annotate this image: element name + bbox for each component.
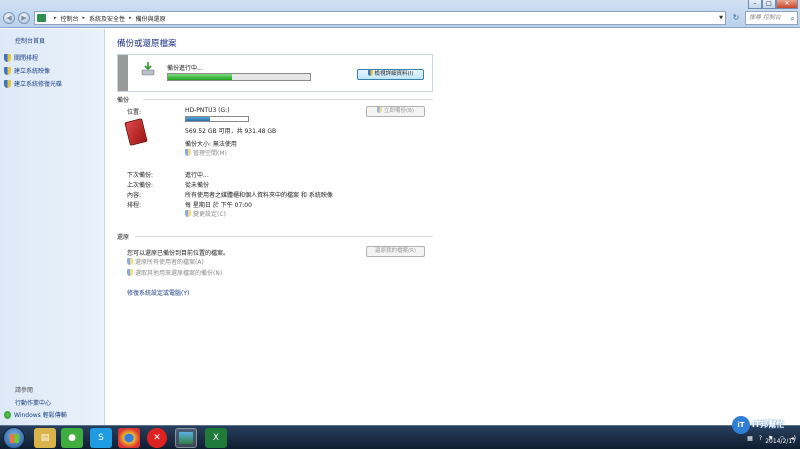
control-panel-icon xyxy=(37,14,46,22)
restore-my-files-button[interactable]: 還原我的檔案(R) xyxy=(366,246,425,257)
back-button[interactable]: ◀ xyxy=(3,12,15,24)
drive-space-text: 569.52 GB 可用，共 931.48 GB xyxy=(185,128,277,135)
sidebar-link-action-center[interactable]: 行動作業中心 xyxy=(15,398,51,407)
sidebar-task-repair-disc[interactable]: 建立系統修復光碟 xyxy=(4,79,62,88)
manage-space-link[interactable]: 管理空間(M) xyxy=(185,148,227,157)
backup-progress-icon xyxy=(141,62,155,76)
chevron-right-icon: ▸ xyxy=(82,15,86,21)
taskbar: ▤ ● S ✕ X ▦ ? ⚑ ◠ ◂) 2014/2/17 xyxy=(0,425,800,449)
excel-icon[interactable]: X xyxy=(205,428,227,448)
line-icon[interactable]: ● xyxy=(61,428,83,448)
contents-label: 內容: xyxy=(127,192,142,199)
drive-usage-bar xyxy=(185,116,249,122)
easy-transfer-icon xyxy=(4,410,11,419)
shield-icon xyxy=(376,107,382,113)
control-panel-taskbar-icon[interactable] xyxy=(175,428,197,448)
close-app-icon[interactable]: ✕ xyxy=(147,428,167,448)
explorer-icon[interactable]: ▤ xyxy=(34,428,56,448)
close-button[interactable]: ✕ xyxy=(776,0,798,9)
drive-name: HD-PNTU3 (G:) xyxy=(185,107,230,114)
location-label: 位置: xyxy=(127,109,142,116)
backup-status-panel: 備份進行中... 檢視詳細資料(I) xyxy=(117,54,433,92)
shield-icon xyxy=(4,79,11,88)
shield-icon xyxy=(127,269,133,276)
change-settings-link[interactable]: 變更設定(C) xyxy=(185,209,226,218)
watermark-badge: iT xyxy=(732,416,750,434)
search-input[interactable]: 搜尋 控制台 ⌕ xyxy=(745,11,798,25)
restore-all-users-label: 還原所有使用者的檔案(A) xyxy=(135,259,204,266)
shield-icon xyxy=(185,210,191,217)
see-also-heading: 請參閱 xyxy=(15,387,34,394)
last-backup-label: 上次備份: xyxy=(127,182,154,189)
shield-icon xyxy=(4,53,11,62)
contents-value: 所有使用者之媒體櫃和個人資料夾中的檔案 和 系統映像 xyxy=(185,192,333,199)
backup-section-heading: 備份 xyxy=(117,97,130,104)
restore-my-files-label: 還原我的檔案(R) xyxy=(374,248,417,254)
breadcrumb-control-panel[interactable]: 控制台 xyxy=(61,14,79,23)
select-other-backup-label: 選取其他用來還原檔案的備份(N) xyxy=(135,270,223,277)
backup-status-text: 備份進行中... xyxy=(167,65,203,72)
schedule-value: 每 星期日 於 下午 07:00 xyxy=(185,202,252,209)
restore-all-users-link[interactable]: 還原所有使用者的檔案(A) xyxy=(127,257,204,266)
watermark-logo: iT iT邦幫忙 xyxy=(732,414,800,436)
window-controls: – □ ✕ xyxy=(748,0,798,10)
shield-icon xyxy=(185,149,191,156)
section-divider xyxy=(143,99,433,100)
window-titlebar: – □ ✕ ◀ ▶ ▸ 控制台 ▸ 系統及安全性 ▸ 備份與還原 ▼ ↻ 搜尋 … xyxy=(0,0,800,28)
main-content: 備份或還原檔案 備份進行中... 檢視詳細資料(I) 備份 位置: HD-PNT… xyxy=(105,29,800,425)
sidebar-home-link[interactable]: 控制台首頁 xyxy=(15,36,45,45)
sidebar: 控制台首頁 關閉排程 建立系統映像 建立系統修復光碟 請參閱 行動作業中心 Wi… xyxy=(0,29,105,425)
next-backup-label: 下次備份: xyxy=(127,172,154,179)
view-details-label: 檢視詳細資料(I) xyxy=(374,71,414,77)
backup-progress-fill xyxy=(168,74,232,80)
next-backup-value: 進行中... xyxy=(185,172,209,179)
manage-space-label: 管理空間(M) xyxy=(193,150,227,157)
search-placeholder: 搜尋 控制台 xyxy=(749,14,781,21)
section-divider xyxy=(135,236,433,237)
chevron-right-icon: ▸ xyxy=(129,15,132,21)
schedule-label: 排程: xyxy=(127,202,142,209)
shield-icon xyxy=(127,258,133,265)
sidebar-task-system-image[interactable]: 建立系統映像 xyxy=(4,66,50,75)
restore-section-heading: 還原 xyxy=(117,234,130,241)
sidebar-task-disable-schedule[interactable]: 關閉排程 xyxy=(4,53,38,62)
chevron-right-icon: ▸ xyxy=(54,15,57,21)
backup-now-label: 立即備份(B) xyxy=(383,108,415,114)
start-button[interactable] xyxy=(3,427,25,449)
refresh-icon[interactable]: ↻ xyxy=(730,12,742,24)
search-icon[interactable]: ⌕ xyxy=(791,13,795,25)
forward-button[interactable]: ▶ xyxy=(18,12,30,24)
control-panel-icon xyxy=(179,432,193,444)
maximize-button[interactable]: □ xyxy=(762,0,776,9)
sidebar-task-label: 建立系統修復光碟 xyxy=(14,81,63,88)
breadcrumb-backup-restore[interactable]: 備份與還原 xyxy=(136,14,166,23)
restore-description: 您可以還原已備份到目前位置的檔案。 xyxy=(127,250,230,257)
shield-icon xyxy=(4,66,11,75)
clock-date[interactable]: 2014/2/17 xyxy=(765,438,796,445)
sidebar-link-label: Windows 輕鬆傳輸 xyxy=(14,412,67,419)
view-details-button[interactable]: 檢視詳細資料(I) xyxy=(357,69,424,80)
backup-now-button[interactable]: 立即備份(B) xyxy=(366,106,425,117)
recover-system-link[interactable]: 修復系統設定或電腦(Y) xyxy=(127,288,189,297)
sidebar-task-label: 建立系統映像 xyxy=(14,68,51,75)
chevron-down-icon[interactable]: ▼ xyxy=(719,15,723,21)
breadcrumb-system-security[interactable]: 系統及安全性 xyxy=(89,14,125,23)
select-other-backup-link[interactable]: 選取其他用來還原檔案的備份(N) xyxy=(127,268,222,277)
change-settings-label: 變更設定(C) xyxy=(193,211,226,218)
skype-icon[interactable]: S xyxy=(90,428,112,448)
shield-icon xyxy=(367,70,373,76)
external-drive-icon xyxy=(124,118,148,146)
sidebar-link-easy-transfer[interactable]: Windows 輕鬆傳輸 xyxy=(4,410,67,419)
chrome-icon[interactable] xyxy=(118,428,140,448)
backup-progress-bar xyxy=(167,73,311,81)
watermark-text: iT邦幫忙 xyxy=(752,420,785,429)
sidebar-task-label: 關閉排程 xyxy=(14,55,39,62)
minimize-button[interactable]: – xyxy=(748,0,762,9)
status-strip xyxy=(118,55,128,91)
backup-size-text: 備份大小: 無法使用 xyxy=(185,141,237,148)
address-bar[interactable]: ▸ 控制台 ▸ 系統及安全性 ▸ 備份與還原 ▼ xyxy=(34,11,726,25)
last-backup-value: 從未備份 xyxy=(185,182,210,189)
drive-usage-fill xyxy=(186,117,211,121)
page-title: 備份或還原檔案 xyxy=(117,39,177,49)
